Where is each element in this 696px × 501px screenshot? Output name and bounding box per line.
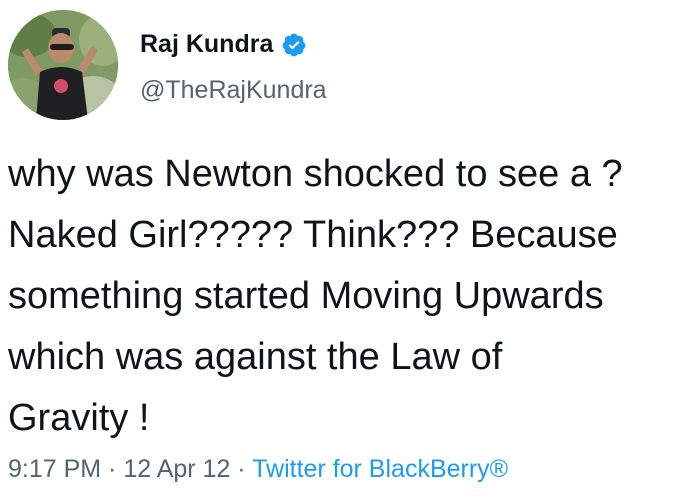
tweet-text: why was Newton shocked to see a ? Naked … — [8, 144, 688, 449]
tweet-meta: 9:17 PM · 12 Apr 12 · Twitter for BlackB… — [8, 455, 508, 484]
tweet-line: why was Newton shocked to see a ? — [8, 153, 623, 195]
avatar[interactable] — [8, 10, 118, 120]
tweet-line: which was against the Law of — [8, 336, 503, 378]
user-handle[interactable]: @TheRajKundra — [140, 76, 327, 105]
tweet-date[interactable]: 12 Apr 12 — [123, 455, 230, 483]
display-name[interactable]: Raj Kundra — [140, 30, 273, 59]
tweet-time[interactable]: 9:17 PM — [8, 455, 101, 483]
tweet-source[interactable]: Twitter for BlackBerry® — [252, 455, 508, 483]
tweet-line: Naked Girl????? Think??? Because — [8, 214, 618, 256]
avatar-photo — [8, 10, 118, 120]
tweet-header: Raj Kundra @TheRajKundra — [8, 10, 688, 120]
meta-separator: · — [101, 455, 124, 483]
tweet-line: Gravity ! — [8, 397, 150, 439]
meta-separator: · — [230, 455, 253, 483]
verified-badge-icon — [282, 33, 306, 56]
tweet-line: something started Moving Upwards — [8, 275, 604, 317]
name-row: Raj Kundra — [140, 30, 307, 59]
